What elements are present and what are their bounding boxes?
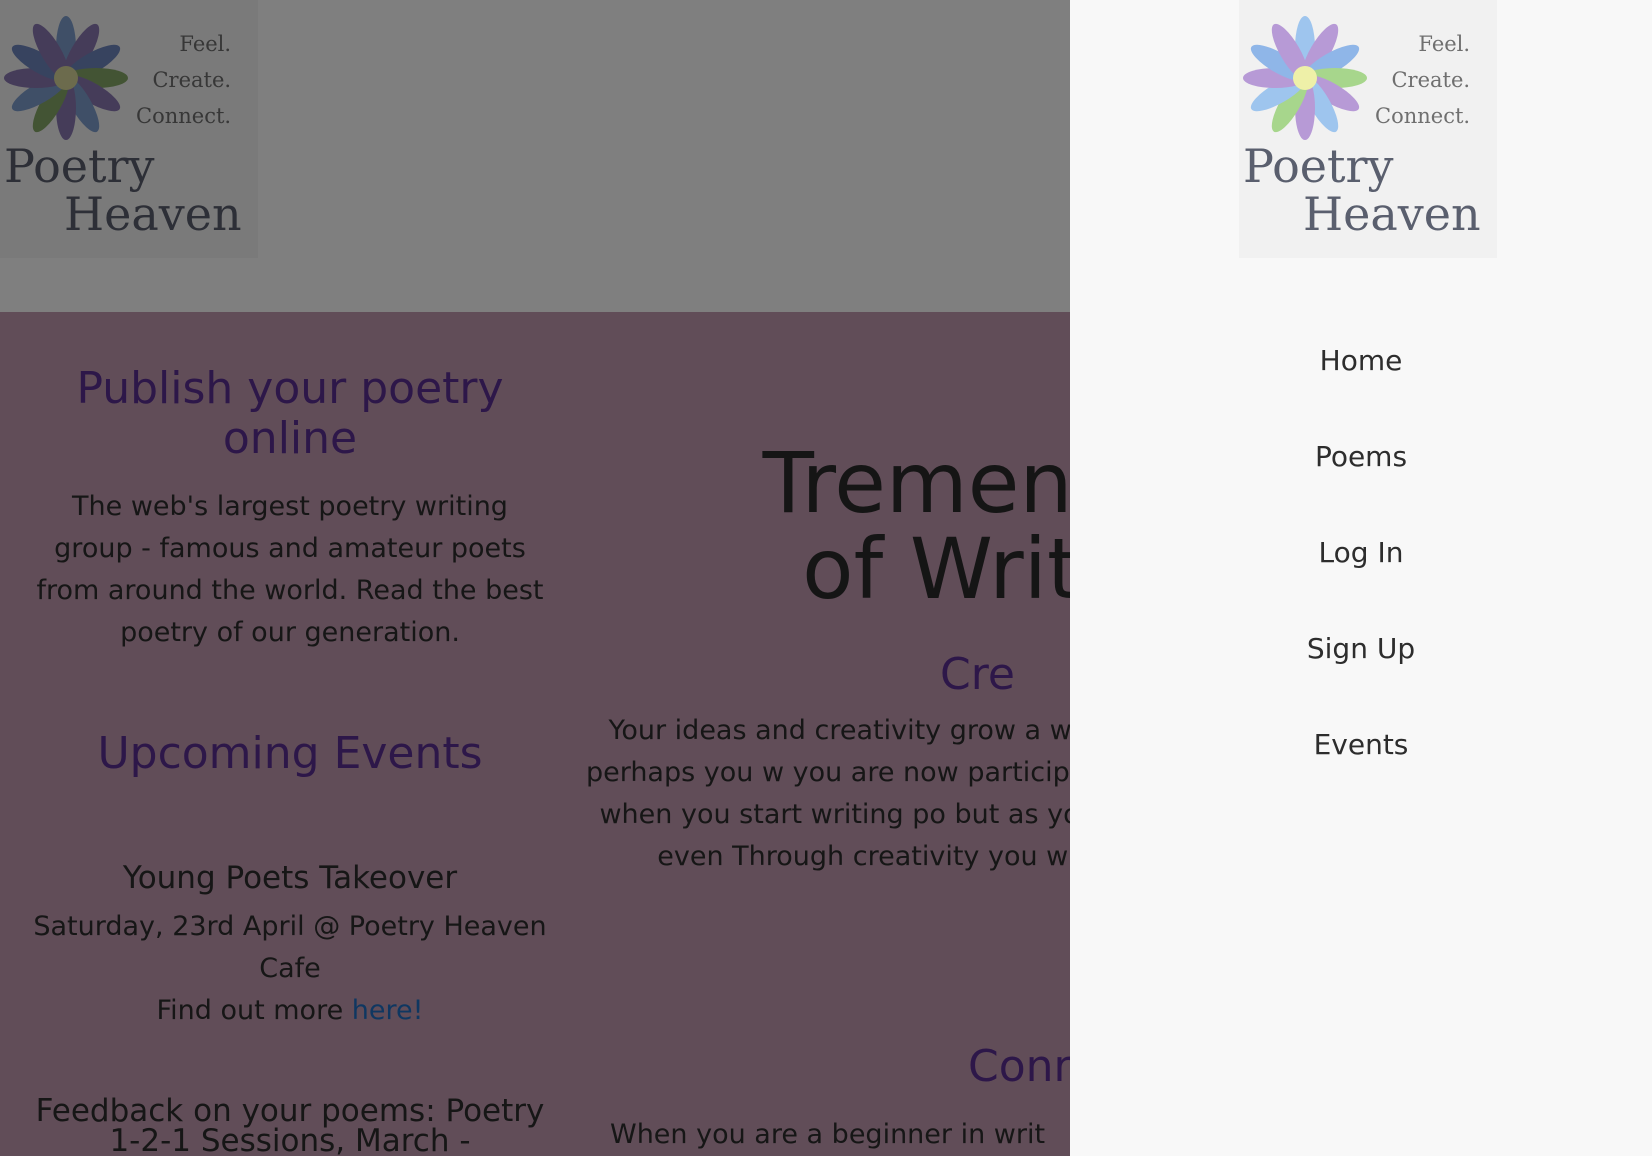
logo-name-line2: Heaven [1303, 187, 1481, 241]
nav-item-poems[interactable]: Poems [1070, 408, 1652, 504]
logo-tagline: Feel. Create. Connect. [1375, 26, 1470, 134]
logo-name: Poetry Heaven [1243, 142, 1481, 238]
nav-item-home[interactable]: Home [1070, 312, 1652, 408]
logo-tagline-connect: Connect. [1375, 104, 1471, 128]
flower-logo-icon [1243, 16, 1367, 140]
nav-item-events[interactable]: Events [1070, 696, 1652, 792]
drawer-nav: Home Poems Log In Sign Up Events [1070, 312, 1652, 792]
logo-tagline-feel: Feel. [1418, 32, 1471, 56]
nav-item-sign-up[interactable]: Sign Up [1070, 600, 1652, 696]
logo-name-line1: Poetry [1243, 139, 1394, 193]
page: Feel. Create. Connect. Poetry Heaven Pub… [0, 0, 1652, 1156]
nav-drawer: Feel. Create. Connect. Poetry Heaven Hom… [1070, 0, 1652, 1156]
logo-tagline-create: Create. [1391, 68, 1471, 92]
drawer-logo[interactable]: Feel. Create. Connect. Poetry Heaven [1239, 0, 1497, 258]
nav-item-log-in[interactable]: Log In [1070, 504, 1652, 600]
drawer-backdrop[interactable] [0, 0, 1070, 1156]
